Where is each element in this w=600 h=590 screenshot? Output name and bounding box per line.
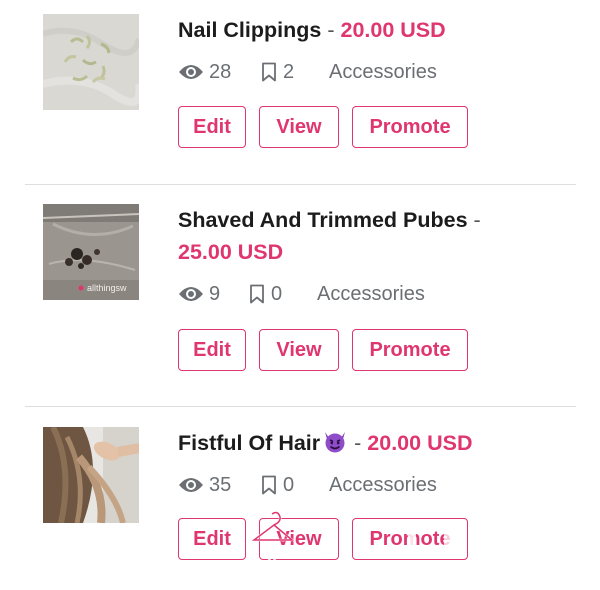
eye-icon [179,287,203,301]
promote-button[interactable]: Promote [352,329,468,371]
listing-actions: Edit View Promote [178,518,481,560]
bookmarks-stat: 0 [261,474,329,497]
svg-text:allthingsw: allthingsw [87,283,127,293]
listing-meta: 28 2 Accessories [178,59,437,85]
title-separator: - [327,18,335,42]
promote-button[interactable]: Promote [352,518,468,560]
listing-price: 20.00 USD [367,431,473,455]
edit-button[interactable]: Edit [178,329,246,371]
view-button[interactable]: View [259,106,339,148]
bookmark-icon [262,62,276,82]
listing-thumbnail[interactable] [43,427,139,523]
views-stat: 9 [178,283,249,306]
listing-thumbnail[interactable]: allthingsw [43,204,139,300]
edit-button[interactable]: Edit [178,106,246,148]
listing-category: Accessories [317,282,425,305]
listing-category: Accessories [329,473,437,496]
bookmarks-count: 0 [271,282,283,305]
listing-meta: 9 0 Accessories [178,281,425,307]
eye-icon [179,65,203,79]
views-stat: 28 [178,61,261,84]
edit-button[interactable]: Edit [178,518,246,560]
views-count: 9 [209,282,221,305]
bookmark-icon [250,284,264,304]
divider [25,406,576,407]
bookmarks-stat: 2 [261,61,329,84]
view-button[interactable]: View [259,518,339,560]
listing-title[interactable]: Fistful Of Hair [178,431,320,455]
bookmark-icon [262,475,276,495]
title-separator: - [473,208,481,232]
views-stat: 35 [178,474,261,497]
hair-photo [43,427,139,523]
listing-price: 20.00 USD [340,18,446,42]
listing-title-line: Fistful Of Hair - 20.00 USD [178,427,568,459]
smiling-devil-emoji-icon [325,432,346,453]
listing-category: Accessories [329,60,437,83]
listing-title-line: Shaved And Trimmed Pubes - 25.00 USD [178,204,568,268]
listing-thumbnail[interactable] [43,14,139,110]
views-count: 28 [209,60,232,83]
listing-meta: 35 0 Accessories [178,472,437,498]
listing-actions: Edit View Promote [178,329,481,371]
listing-title[interactable]: Shaved And Trimmed Pubes [178,208,468,232]
plastic-bag-photo: allthingsw [43,204,139,300]
bookmarks-stat: 0 [249,283,317,306]
listing-title-line: Nail Clippings - 20.00 USD [178,14,568,46]
eye-icon [179,478,203,492]
listing-actions: Edit View Promote [178,106,481,148]
listing-price: 25.00 USD [178,240,284,264]
promote-button[interactable]: Promote [352,106,468,148]
nail-clippings-photo [43,14,139,110]
bookmarks-count: 2 [283,60,295,83]
listing-title[interactable]: Nail Clippings [178,18,321,42]
bookmarks-count: 0 [283,473,295,496]
divider [25,184,576,185]
title-separator: - [354,431,362,455]
views-count: 35 [209,473,232,496]
view-button[interactable]: View [259,329,339,371]
